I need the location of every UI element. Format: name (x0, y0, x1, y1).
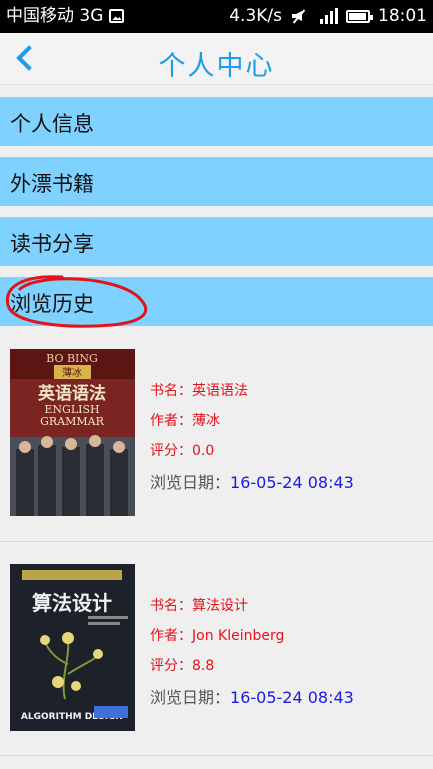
book-author-label: 作者： (150, 413, 192, 429)
menu-item-reading-share[interactable]: 读书分享 (0, 217, 433, 266)
book-author: Jon Kleinberg (192, 628, 285, 644)
book-title: 算法设计 (192, 598, 248, 614)
book-rating: 8.8 (192, 658, 215, 674)
book-title-row: 书名：算法设计 (150, 595, 248, 615)
mute-icon (290, 9, 308, 23)
menu-item-label: 个人信息 (10, 112, 94, 136)
book-cover: BO BING 薄冰 英语语法 ENGLISH GRAMMAR (10, 349, 135, 516)
page-title: 个人中心 (158, 51, 275, 82)
book-author-label: 作者： (150, 628, 192, 644)
app-header: 个人中心 (0, 33, 433, 85)
book-rating-row: 评分：8.8 (150, 655, 214, 675)
list-divider (0, 541, 433, 542)
book-date: 16-05-24 08:43 (230, 473, 354, 492)
cover-top-text: BO BING (46, 352, 98, 365)
list-item[interactable]: 算法设计 ALGORITHM DESIGN 书名：算法设计 作者：Jon Kle… (0, 548, 433, 762)
list-divider (0, 755, 433, 756)
book-rating-row: 评分：0.0 (150, 440, 214, 460)
book-date-label: 浏览日期： (150, 688, 231, 707)
book-date: 16-05-24 08:43 (230, 688, 354, 707)
book-rating: 0.0 (192, 443, 215, 459)
book-cover: 算法设计 ALGORITHM DESIGN (10, 564, 135, 731)
carrier-label: 中国移动 3G (6, 6, 104, 26)
book-author: 薄冰 (192, 413, 220, 429)
status-bar: 中国移动 3G 4.3K/s 18:01 (0, 0, 433, 33)
book-rating-label: 评分： (150, 658, 192, 674)
menu-item-personal-info[interactable]: 个人信息 (0, 97, 433, 146)
status-left: 中国移动 3G (6, 6, 125, 26)
list-item[interactable]: BO BING 薄冰 英语语法 ENGLISH GRAMMAR 书名：英语语法 … (0, 333, 433, 547)
book-date-label: 浏览日期： (150, 473, 231, 492)
book-date-row: 浏览日期：16-05-24 08:43 (150, 469, 354, 493)
book-title-row: 书名：英语语法 (150, 380, 248, 400)
clock: 18:01 (378, 6, 427, 26)
book-author-row: 作者：Jon Kleinberg (150, 625, 284, 645)
menu-item-label: 外漂书籍 (10, 172, 94, 196)
book-title-label: 书名： (150, 598, 192, 614)
cover-en-text-2: GRAMMAR (40, 415, 104, 428)
cover-title-text: 英语语法 (38, 383, 106, 404)
menu-item-label: 读书分享 (10, 232, 94, 256)
status-right: 4.3K/s 18:01 (229, 6, 427, 26)
book-date-row: 浏览日期：16-05-24 08:43 (150, 684, 354, 708)
image-icon (109, 9, 125, 23)
menu-item-lent-books[interactable]: 外漂书籍 (0, 157, 433, 206)
battery-icon (346, 9, 373, 23)
menu-item-browse-history[interactable]: 浏览历史 (0, 277, 433, 326)
book-title-label: 书名： (150, 383, 192, 399)
book-author-row: 作者：薄冰 (150, 410, 220, 430)
book-rating-label: 评分： (150, 443, 192, 459)
menu-item-label: 浏览历史 (10, 292, 94, 316)
cover-title-text: 算法设计 (32, 591, 112, 615)
cover-seal-text: 薄冰 (62, 366, 82, 379)
signal-icon (316, 8, 338, 24)
network-speed: 4.3K/s (229, 6, 282, 26)
book-title: 英语语法 (192, 383, 248, 399)
